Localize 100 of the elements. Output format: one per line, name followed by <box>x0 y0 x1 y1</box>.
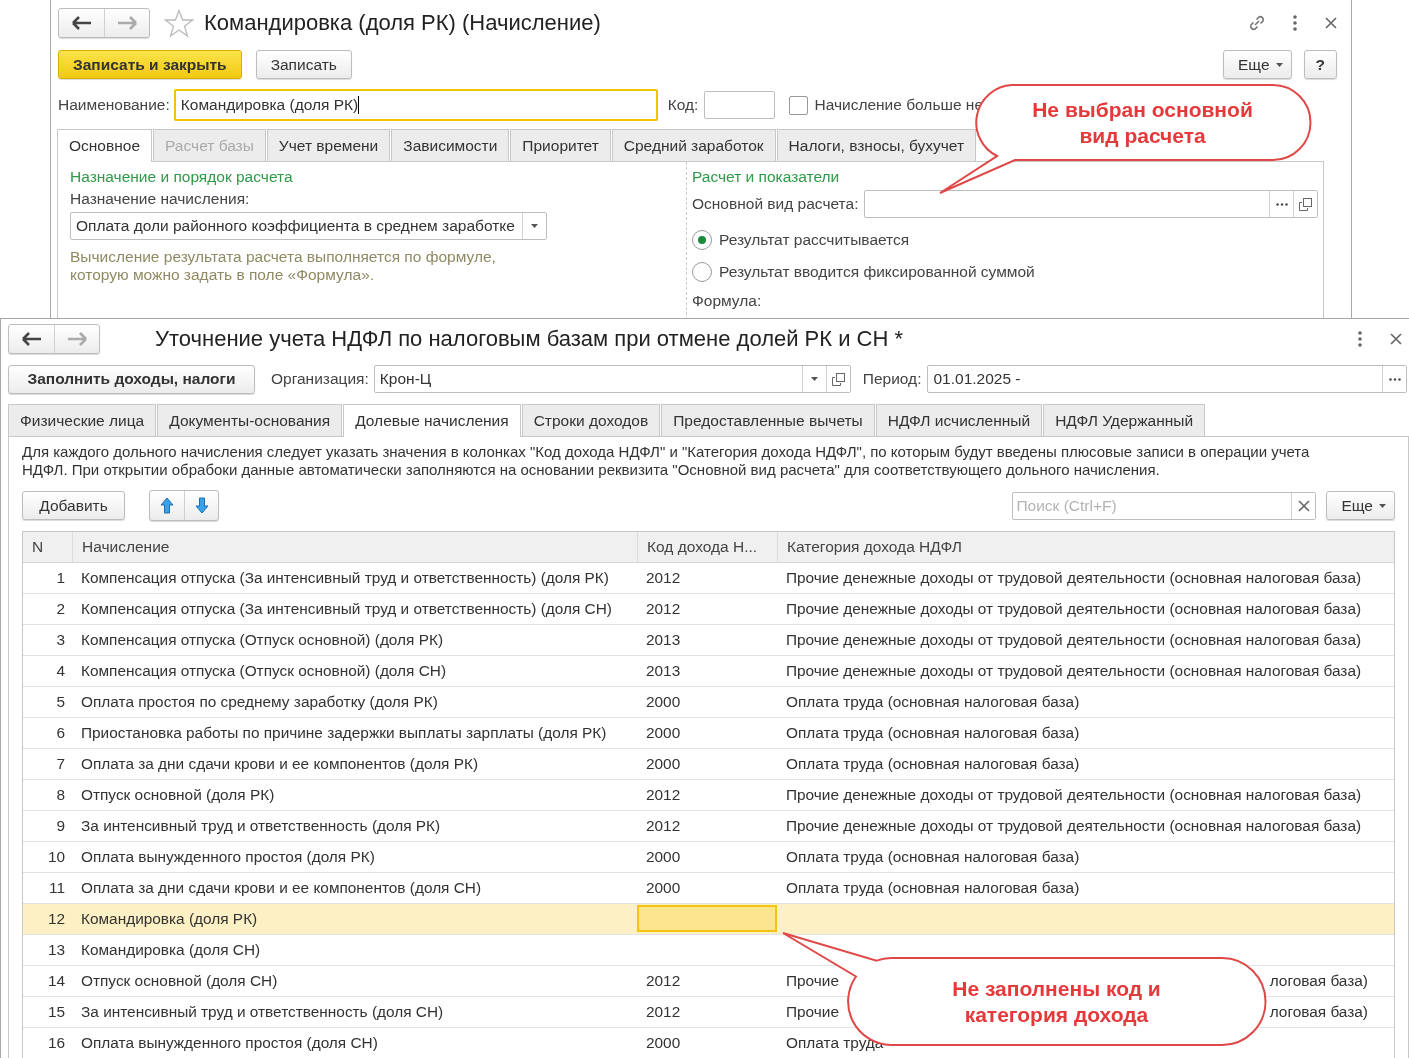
forward-arrow-icon <box>117 16 137 30</box>
tab[interactable]: Документы-основания <box>157 404 343 436</box>
table-row[interactable]: 1 Компенсация отпуска (За интенсивный труд и ответственность) (доля РК) 2012 Прочие денежные доходы от трудовой деятельности (основная налоговая база) <box>23 563 1394 594</box>
table-row[interactable]: 9 За интенсивный труд и ответственность (доля РК) 2012 Прочие денежные доходы от трудовой деятельности (основная налоговая база) <box>23 811 1394 842</box>
star-icon[interactable] <box>164 8 194 38</box>
row-number: 2 <box>56 600 65 618</box>
caret-icon <box>1275 62 1283 67</box>
table-cell: 2000 <box>646 848 681 866</box>
row-number: 10 <box>47 848 65 866</box>
table-row[interactable]: 10 Оплата вынужденного простоя (доля РК) 2000 Оплата труда (основная налоговая база) <box>23 842 1394 873</box>
tab[interactable]: НДФЛ Удержанный <box>1043 404 1206 436</box>
base-type-field[interactable] <box>864 190 1318 218</box>
tab[interactable]: Приоритет <box>510 129 611 161</box>
table-cell: Прочие денежные доходы от трудовой деятельности (основная налоговая база) <box>786 817 1362 835</box>
row-number: 7 <box>56 755 65 773</box>
link-icon[interactable] <box>1247 13 1267 33</box>
table-row[interactable]: 5 Оплата простоя по среднему заработку (доля РК) 2000 Оплата труда (основная налоговая база) <box>23 687 1394 718</box>
close-icon[interactable] <box>1390 333 1402 345</box>
table-cell: Оплата вынужденного простоя (доля СН) <box>81 1034 378 1052</box>
table-row[interactable]: 4 Компенсация отпуска (Отпуск основной) (доля СН) 2013 Прочие денежные доходы от трудовой деятельности (основная налоговая база) <box>23 656 1394 687</box>
fill-button[interactable]: Заполнить доходы, налоги <box>8 364 255 394</box>
table-cell: Оплата простоя по среднему заработку (доля РК) <box>81 693 438 711</box>
table-row[interactable]: 3 Компенсация отпуска (Отпуск основной) (доля РК) 2013 Прочие денежные доходы от трудовой деятельности (основная налоговая база) <box>23 625 1394 656</box>
column-header[interactable]: Категория дохода НДФЛ <box>777 532 1394 562</box>
ellipsis-icon <box>1275 202 1288 206</box>
table-row[interactable]: 12 Командировка (доля РК) <box>23 904 1394 935</box>
table-cell: За интенсивный труд и ответственность (доля РК) <box>81 817 441 835</box>
add-button[interactable]: Добавить <box>22 491 125 520</box>
caret-icon <box>1379 503 1386 508</box>
table-cell: Оплата вынужденного простоя (доля РК) <box>81 848 375 866</box>
row-number: 1 <box>56 569 65 587</box>
table-cell: Оплата за дни сдачи крови и ее компонентов (доля РК) <box>81 755 479 773</box>
row-number: 16 <box>47 1034 65 1052</box>
purpose-select[interactable]: Оплата доли районного коэффициента в среднем заработке <box>70 212 547 240</box>
tab[interactable]: Предоставленные вычеты <box>661 404 875 436</box>
column-header[interactable]: N <box>23 532 72 562</box>
table-cell: Оплата труда (основная налоговая база) <box>786 693 1080 711</box>
window-title: Командировка (доля РК) (Начисление) <box>204 10 601 36</box>
table-cell: 2000 <box>646 879 681 897</box>
row-number: 6 <box>56 724 65 742</box>
radio-button[interactable] <box>692 262 712 282</box>
table-cell: 2012 <box>646 1003 681 1021</box>
table-cell: Приостановка работы по причине задержки выплаты зарплаты (доля РК) <box>81 724 607 742</box>
clear-icon[interactable] <box>1291 492 1316 519</box>
tab[interactable]: Физические лица <box>8 404 157 436</box>
tab[interactable]: Налоги, взносы, бухучет <box>776 129 977 161</box>
name-field[interactable]: Командировка (доля РК) <box>173 89 658 121</box>
open-button[interactable] <box>825 366 850 392</box>
save-button[interactable]: Записать <box>255 50 352 79</box>
help-button[interactable]: ? <box>1303 50 1337 79</box>
radio-label: Результат вводится фиксированной суммой <box>719 263 1035 281</box>
period-field[interactable]: 01.01.2025 - <box>927 365 1407 393</box>
column-header[interactable]: Начисление <box>72 532 637 562</box>
caret-icon <box>810 377 818 381</box>
ellipsis-icon <box>1388 377 1401 381</box>
field-label: Период: <box>862 370 922 388</box>
row-number: 9 <box>56 817 65 835</box>
open-button[interactable] <box>1293 191 1317 217</box>
tab[interactable]: Зависимости <box>391 129 510 161</box>
table-cell: Оплата труда (основная налоговая база) <box>786 848 1080 866</box>
tab[interactable]: НДФЛ исчисленный <box>875 404 1043 436</box>
table-row[interactable]: 8 Отпуск основной (доля РК) 2012 Прочие денежные доходы от трудовой деятельности (основная налоговая база) <box>23 780 1394 811</box>
code-field[interactable] <box>704 91 776 119</box>
tab[interactable]: Основное <box>57 129 153 162</box>
radio-button[interactable] <box>692 230 712 250</box>
tab[interactable]: Средний заработок <box>611 129 776 161</box>
save-and-close-button[interactable]: Записать и закрыть <box>58 50 242 79</box>
tab[interactable]: Строки доходов <box>521 404 661 436</box>
close-icon[interactable] <box>1325 17 1337 29</box>
table-cell: 2013 <box>646 662 681 680</box>
more-button[interactable]: Еще <box>1326 491 1395 520</box>
tab[interactable]: Долевые начисления <box>343 404 521 437</box>
table-cell: 2012 <box>646 569 681 587</box>
column-header[interactable]: Код дохода Н... <box>637 532 777 562</box>
current-cell[interactable] <box>637 905 777 932</box>
table-cell: 2012 <box>646 786 681 804</box>
table-cell: 2013 <box>646 631 681 649</box>
info-text: Для каждого дольного начисления следует указать значения в колонках "Код дохода НДФЛ" и "Категория дохода НДФЛ", по которым будут введены плюсовые записи в операции учета НДФЛ. При открытии обрабоки данные автоматически заполняются на основании реквизита "Основной вид расчета" для соответствующего дольного начисления. <box>22 443 1311 479</box>
table-cell: За интенсивный труд и ответственность (доля СН) <box>81 1003 444 1021</box>
tab[interactable]: Учет времени <box>266 129 391 161</box>
more-options-icon[interactable] <box>1358 331 1362 347</box>
table-cell: 2000 <box>646 693 681 711</box>
field-label: Формула: <box>692 292 763 310</box>
select-button[interactable] <box>1382 366 1406 392</box>
table-cell: Компенсация отпуска (За интенсивный труд и ответственность) (доля СН) <box>81 600 612 618</box>
table-cell: Оплата труда (основная налоговая база) <box>786 755 1080 773</box>
checkbox[interactable] <box>789 95 809 115</box>
table-row[interactable]: 7 Оплата за дни сдачи крови и ее компонентов (доля РК) 2000 Оплата труда (основная налоговая база) <box>23 749 1394 780</box>
more-options-icon[interactable] <box>1293 15 1297 31</box>
more-button[interactable]: Еще <box>1223 50 1292 79</box>
copy-icon <box>1299 197 1312 211</box>
table-cell: 2012 <box>646 817 681 835</box>
table-cell: Прочие денежные доходы от трудовой деятельности (основная налоговая база) <box>786 631 1362 649</box>
table-cell: 2012 <box>646 972 681 990</box>
organization-field[interactable]: Крон-Ц <box>373 365 851 393</box>
caret-icon <box>531 224 538 228</box>
table-row[interactable]: 6 Приостановка работы по причине задержки выплаты зарплаты (доля РК) 2000 Оплата труда (основная налоговая база) <box>23 718 1394 749</box>
row-number: 15 <box>47 1003 65 1021</box>
table-row[interactable]: 2 Компенсация отпуска (За интенсивный труд и ответственность) (доля СН) 2012 Прочие денежные доходы от трудовой деятельности (основная налоговая база) <box>23 594 1394 625</box>
table-cell: Прочие <box>786 972 840 990</box>
